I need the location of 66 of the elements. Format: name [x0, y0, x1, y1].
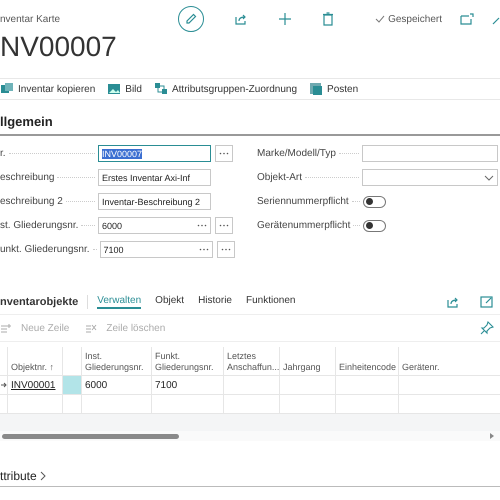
chevron-down-icon [484, 174, 494, 180]
section-title[interactable]: ttribute [0, 469, 37, 483]
toggle-switch[interactable] [363, 220, 386, 232]
image-icon [107, 82, 122, 96]
input-field[interactable] [362, 145, 498, 162]
field-label: unkt. Gliederungsnr. [0, 244, 90, 255]
ellipsis-icon [219, 224, 229, 227]
check-icon [375, 15, 386, 23]
column-header[interactable]: Einheitencode [336, 347, 399, 375]
table-cell: 7100 [152, 376, 224, 394]
column-header[interactable]: Jahrgang [280, 347, 336, 375]
input-field[interactable]: 6000 [98, 217, 211, 234]
edit-button[interactable] [178, 6, 204, 32]
field-label: eschreibung 2 [0, 196, 63, 207]
input-field[interactable]: Inventar-Beschreibung 2 [98, 193, 211, 210]
save-status: Gespeichert [388, 14, 442, 24]
tab[interactable]: Verwalten [97, 295, 142, 309]
input-field[interactable]: Erstes Inventar Axi-Inf [98, 169, 211, 186]
share-icon[interactable] [234, 12, 248, 26]
field-label: Gerätenummerpflicht [257, 220, 350, 231]
plus-icon[interactable] [278, 12, 292, 26]
tab[interactable]: Historie [198, 295, 232, 309]
column-header[interactable]: Funkt. Gliederungsnr. [152, 347, 224, 375]
pin-icon[interactable] [480, 321, 494, 335]
delete-row-icon [85, 323, 98, 333]
field-label: r. [0, 148, 6, 159]
field-label: Marke/Modell/Typ [257, 148, 336, 159]
chevron-right-icon [40, 471, 46, 481]
action-button[interactable]: Inventar kopieren [0, 82, 96, 96]
open-new-window-icon[interactable] [460, 13, 474, 25]
entries-icon [309, 82, 324, 96]
section-title[interactable]: llgemein [0, 114, 53, 129]
share-icon[interactable] [446, 295, 460, 309]
row-link[interactable]: INV00001 [11, 380, 56, 390]
action-button[interactable]: Bild [107, 82, 142, 96]
field-label: st. Gliederungsnr. [0, 220, 78, 231]
field-label: eschreibung [0, 172, 54, 183]
dropdown-field[interactable] [362, 169, 498, 186]
action-button[interactable]: Attributsgruppen-Zuordnung [154, 82, 298, 96]
column-header[interactable]: Letztes Anschaffun... [224, 347, 280, 375]
toggle-switch[interactable] [363, 196, 386, 208]
scroll-right-icon[interactable] [490, 433, 494, 439]
section-title: nventarobjekte [0, 296, 78, 308]
pencil-icon [184, 12, 198, 26]
add-row-icon [0, 323, 12, 333]
tab[interactable]: Objekt [155, 295, 184, 309]
field-label: Objekt-Art [257, 172, 302, 183]
column-header[interactable]: Inst. Gliederungsnr. [82, 347, 152, 375]
input-field[interactable]: 7100 [100, 241, 212, 258]
field-label: Seriennummerpflicht [257, 196, 349, 207]
table-cell: 6000 [82, 376, 152, 394]
assign-icon [154, 82, 168, 96]
column-header[interactable]: Objektnr. ↑ [8, 347, 63, 375]
ellipsis-icon[interactable] [197, 224, 207, 227]
scrollbar-thumb[interactable] [2, 434, 179, 438]
ellipsis-icon[interactable] [198, 248, 208, 251]
tab[interactable]: Funktionen [246, 295, 296, 309]
ellipsis-icon [219, 152, 229, 155]
copy-icon [0, 82, 14, 96]
action-button[interactable]: Posten [309, 82, 358, 96]
breadcrumb[interactable]: nventar Karte [0, 14, 178, 25]
input-field[interactable]: INV00007 [98, 145, 211, 162]
column-header[interactable]: Gerätenr. [399, 347, 500, 375]
page-title: NV00007 [0, 31, 118, 63]
delete-icon[interactable] [322, 12, 334, 26]
ellipsis-icon [220, 248, 230, 251]
